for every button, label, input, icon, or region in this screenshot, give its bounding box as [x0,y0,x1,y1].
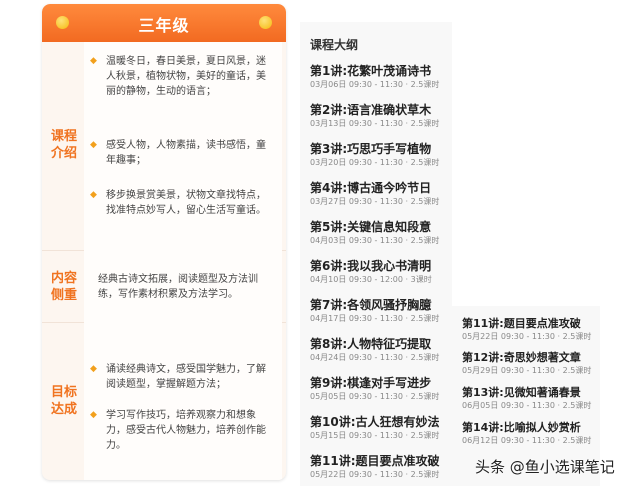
lesson-meta: 05月22日 09:30 - 11:30 · 2.5课时 [462,332,592,341]
list-item: ◆ 温暖冬日，春日美景，夏日风景，迷人秋景，植物状物，美好的童话，美丽的静物，生… [90,56,266,97]
list-item: ◆ 移步换景赏美景，状物文章找特点，找准特点妙写人，留心生活写童话。 [90,190,266,216]
lesson-item[interactable]: 第1讲:花繁叶茂诵诗书 03月06日 09:30 - 11:30 · 2.5课时 [310,64,450,90]
lesson-meta: 03月27日 09:30 - 11:30 · 2.5课时 [310,197,440,206]
list-item: ◆ 诵读经典诗文，感受国学魅力，了解阅读题型，掌握解题方法； [90,364,266,390]
section-body: ◆ 温暖冬日，春日美景，夏日风景，迷人秋景，植物状物，美好的童话，美丽的静物，生… [84,42,282,250]
lesson-title: 第3讲:巧思巧手写植物 [310,142,432,156]
lesson-item[interactable]: 第11讲:题目要点准攻破 05月22日 09:30 - 11:30 · 2.5课… [462,316,598,342]
star-bullet-icon: ◆ [90,410,97,420]
lesson-item[interactable]: 第14讲:比喻拟人妙赏析 06月12日 09:30 - 11:30 · 2.5课… [462,420,598,446]
lesson-item[interactable]: 第11讲:题目要点准攻破 05月22日 09:30 - 11:30 · 2.5课… [310,454,450,480]
lesson-meta: 05月29日 09:30 - 11:30 · 2.5课时 [462,366,592,375]
lesson-meta: 06月12日 09:30 - 11:30 · 2.5课时 [462,436,592,445]
lesson-item[interactable]: 第4讲:博古通今吟节日 03月27日 09:30 - 11:30 · 2.5课时 [310,181,450,207]
section-course-intro: 课程介绍 ◆ 温暖冬日，春日美景，夏日风景，迷人秋景，植物状物，美好的童话，美丽… [42,42,286,251]
lesson-meta: 05月15日 09:30 - 11:30 · 2.5课时 [310,431,440,440]
lesson-title: 第10讲:古人狂想有妙法 [310,415,440,429]
header-dot-icon [259,16,272,29]
lesson-meta: 06月05日 09:30 - 11:30 · 2.5课时 [462,401,592,410]
lesson-item[interactable]: 第2讲:语言准确状草木 03月13日 09:30 - 11:30 · 2.5课时 [310,103,450,129]
section-content-focus: 内容侧重 经典古诗文拓展，阅读题型及方法训练，写作素材积累及方法学习。 [42,250,286,323]
lesson-title: 第7讲:各领风骚抒胸臆 [310,298,432,312]
lesson-meta: 05月22日 09:30 - 11:30 · 2.5课时 [310,470,440,479]
lesson-title: 第11讲:题目要点准攻破 [462,317,581,330]
lesson-title: 第1讲:花繁叶茂诵诗书 [310,64,432,78]
lesson-title: 第9讲:棋逢对手写进步 [310,376,432,390]
lesson-meta: 04月03日 09:30 - 11:30 · 2.5课时 [310,236,440,245]
lesson-item[interactable]: 第8讲:人物特征巧提取 04月24日 09:30 - 11:30 · 2.5课时 [310,337,450,363]
watermark: 头条 @鱼小选课笔记 [475,458,615,476]
star-bullet-icon: ◆ [90,140,97,150]
card-title: 三年级 [138,16,190,35]
lesson-item[interactable]: 第5讲:关键信息知段意 04月03日 09:30 - 11:30 · 2.5课时 [310,220,450,246]
lesson-title: 第2讲:语言准确状草木 [310,103,432,117]
lesson-item[interactable]: 第13讲:见微知著诵春景 06月05日 09:30 - 11:30 · 2.5课… [462,385,598,411]
lesson-meta: 03月13日 09:30 - 11:30 · 2.5课时 [310,119,440,128]
lesson-item[interactable]: 第3讲:巧思巧手写植物 03月20日 09:30 - 11:30 · 2.5课时 [310,142,450,168]
lesson-meta: 04月24日 09:30 - 11:30 · 2.5课时 [310,353,440,362]
section-label: 内容侧重 [50,271,77,303]
lesson-meta: 04月10日 09:30 - 12:00 · 3课时 [310,275,432,284]
card-header: 三年级 [42,4,286,42]
lesson-item[interactable]: 第6讲:我以我心书清明 04月10日 09:30 - 12:00 · 3课时 [310,259,450,285]
outline-title: 课程大纲 [310,38,359,52]
lesson-title: 第14讲:比喻拟人妙赏析 [462,421,581,434]
lesson-title: 第6讲:我以我心书清明 [310,259,432,273]
lesson-item[interactable]: 第12讲:奇思妙想著文章 05月29日 09:30 - 11:30 · 2.5课… [462,350,598,376]
section-body: 经典古诗文拓展，阅读题型及方法训练，写作素材积累及方法学习。 [84,250,282,322]
section-body: ◆ 诵读经典诗文，感受国学魅力，了解阅读题型，掌握解题方法； ◆ 学习写作技巧，… [84,322,282,480]
star-bullet-icon: ◆ [90,364,97,374]
list-item: 经典古诗文拓展，阅读题型及方法训练，写作素材积累及方法学习。 [98,274,258,300]
lesson-title: 第13讲:见微知著诵春景 [462,386,581,399]
section-goals: 目标达成 ◆ 诵读经典诗文，感受国学魅力，了解阅读题型，掌握解题方法； ◆ 学习… [42,322,286,480]
lesson-title: 第5讲:关键信息知段意 [310,220,432,234]
lesson-title: 第12讲:奇思妙想著文章 [462,351,581,364]
section-label: 课程介绍 [50,129,77,161]
lesson-item[interactable]: 第9讲:棋逢对手写进步 05月05日 09:30 - 11:30 · 2.5课时 [310,376,450,402]
lesson-meta: 05月05日 09:30 - 11:30 · 2.5课时 [310,392,440,401]
list-item: ◆ 感受人物，人物素描，读书感悟，童年趣事； [90,140,266,166]
star-bullet-icon: ◆ [90,190,97,200]
lesson-item[interactable]: 第10讲:古人狂想有妙法 05月15日 09:30 - 11:30 · 2.5课… [310,415,450,441]
lesson-meta: 04月17日 09:30 - 11:30 · 2.5课时 [310,314,440,323]
lesson-title: 第8讲:人物特征巧提取 [310,337,432,351]
lesson-title: 第11讲:题目要点准攻破 [310,454,440,468]
list-item: ◆ 学习写作技巧，培养观察力和想象力，感受古代人物魅力，培养创作能力。 [90,410,266,451]
star-bullet-icon: ◆ [90,56,97,66]
lesson-title: 第4讲:博古通今吟节日 [310,181,432,195]
lesson-item[interactable]: 第7讲:各领风骚抒胸臆 04月17日 09:30 - 11:30 · 2.5课时 [310,298,450,324]
lesson-meta: 03月06日 09:30 - 11:30 · 2.5课时 [310,80,440,89]
lesson-meta: 03月20日 09:30 - 11:30 · 2.5课时 [310,158,440,167]
section-label: 目标达成 [50,385,77,417]
grade-card: 三年级 课程介绍 ◆ 温暖冬日，春日美景，夏日风景，迷人秋景，植物状物，美好的童… [42,4,286,480]
